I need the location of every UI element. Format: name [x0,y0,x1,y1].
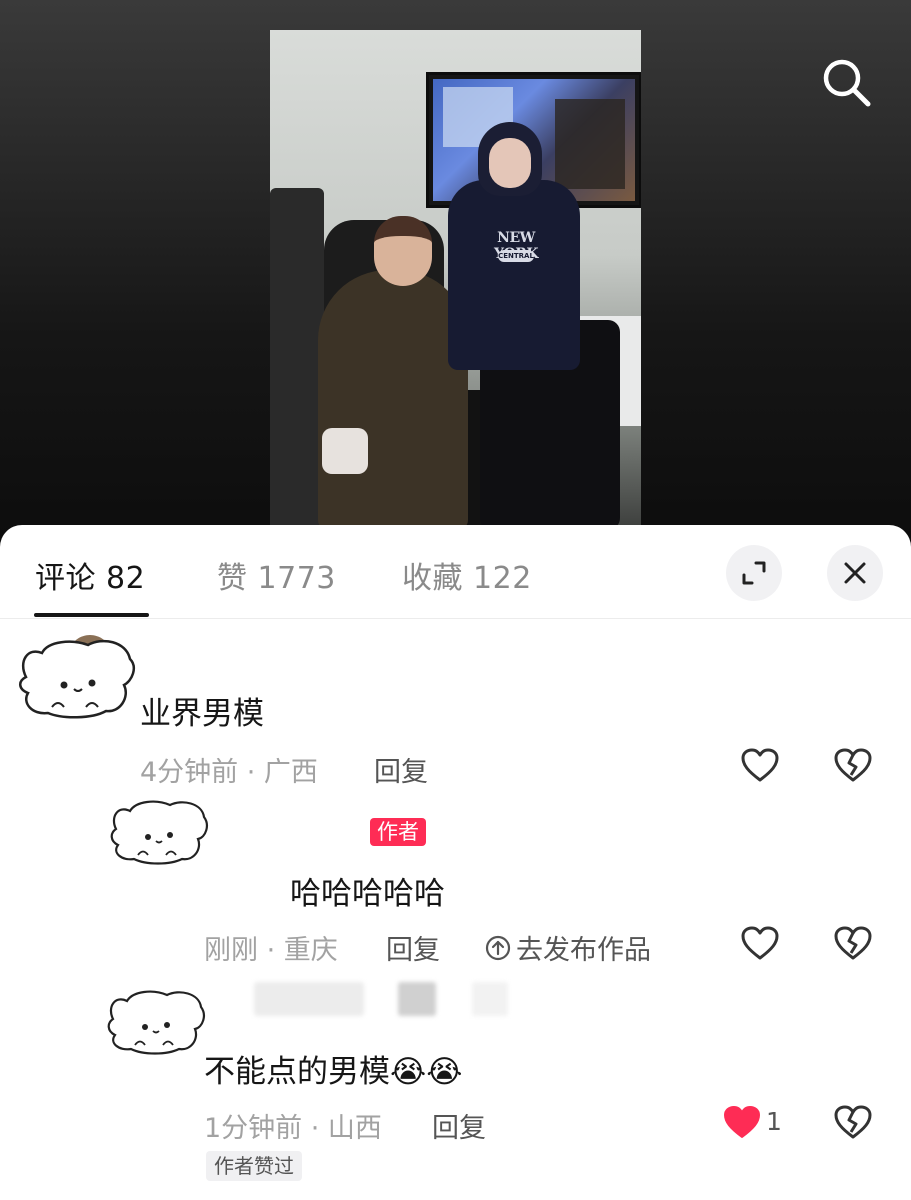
comment-text: 不能点的男模😭😭 [204,1054,463,1090]
comment-text: 业界男模 [140,696,264,732]
person-standing [448,180,580,370]
author-badge: 作者 [370,818,426,846]
reply-button[interactable]: 回复 [374,750,428,789]
active-tab-indicator [34,613,149,617]
crying-emoji: 😭😭 [390,1054,463,1090]
reply-button[interactable]: 回复 [432,1106,486,1145]
upload-circle-icon [485,935,511,960]
comment-meta: 1分钟前 · 山西 [204,1113,382,1144]
avatar[interactable] [103,985,207,1059]
dislike-button[interactable] [831,921,875,965]
person-seated [318,270,468,530]
close-icon [844,562,866,584]
heart-outline-icon [741,926,779,960]
reply-button[interactable]: 回复 [386,928,440,967]
broken-heart-icon [834,1105,872,1139]
blurred-username [398,982,436,1016]
dislike-button[interactable] [831,1100,875,1144]
tab-bar: 评论 82 赞 1773 收藏 122 [0,525,911,619]
like-button[interactable] [720,1100,764,1144]
avatar[interactable] [12,631,138,725]
tab-likes[interactable]: 赞 1773 [217,553,336,597]
heart-filled-icon [724,1106,760,1138]
video-player[interactable]: NEW YORK CENTRAL [0,0,911,560]
broken-heart-icon [834,926,872,960]
search-icon[interactable] [818,54,874,110]
like-button[interactable] [738,921,782,965]
blurred-username [254,982,364,1016]
broken-heart-icon [834,748,872,782]
like-button[interactable] [738,743,782,787]
like-count: 1 [766,1107,782,1136]
chair [270,188,324,528]
comment-meta: 刚刚 · 重庆 [204,935,338,966]
avatar[interactable] [106,795,210,869]
close-button[interactable] [827,545,883,601]
publish-label: 去发布作品 [516,935,651,966]
expand-icon [742,561,766,585]
comment-sheet: 评论 82 赞 1773 收藏 122 业界男模 4分钟前 · 广西 回复 作者… [0,525,911,1200]
heart-outline-icon [741,748,779,782]
blurred-username [472,982,508,1016]
video-frame: NEW YORK CENTRAL [270,30,641,530]
tab-comments[interactable]: 评论 82 [35,553,145,597]
publish-work-button[interactable]: 去发布作品 [484,928,651,967]
expand-button[interactable] [726,545,782,601]
tab-favorites[interactable]: 收藏 122 [402,553,532,597]
author-liked-badge: 作者赞过 [206,1151,302,1181]
dislike-button[interactable] [831,743,875,787]
comment-text: 哈哈哈哈哈 [290,876,445,912]
comment-meta: 4分钟前 · 广西 [140,757,318,788]
sweatshirt-subtext: CENTRAL [498,250,534,262]
